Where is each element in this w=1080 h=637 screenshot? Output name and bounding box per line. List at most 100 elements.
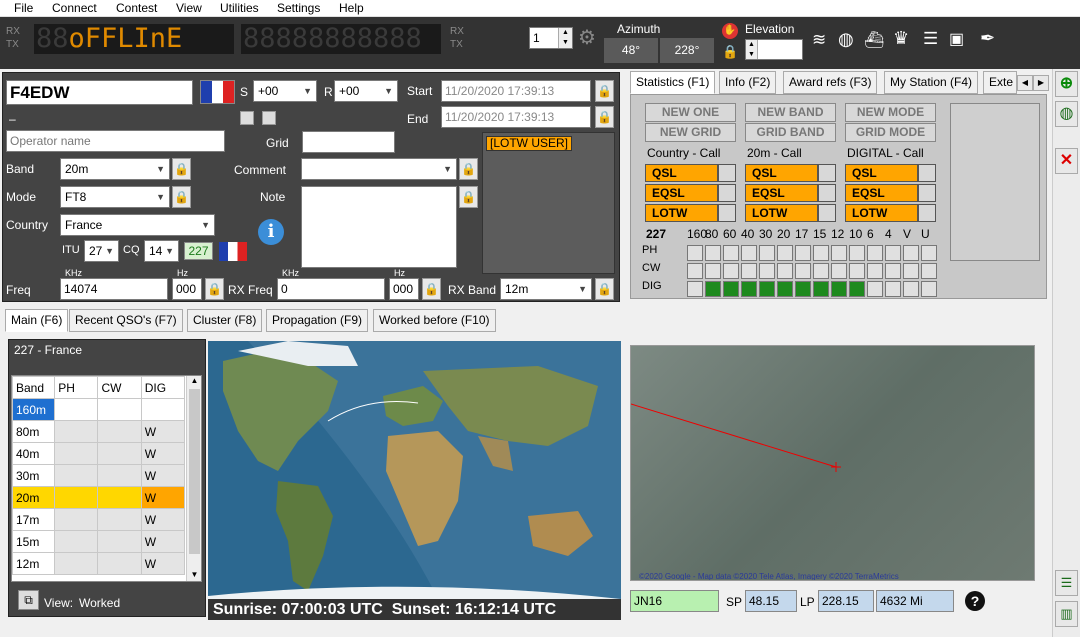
grid-cell — [687, 245, 703, 261]
gear-icon[interactable]: ⚙ — [578, 28, 596, 48]
comment-lock-icon[interactable]: 🔒 — [459, 158, 478, 180]
signal-icon[interactable]: ≋ — [812, 30, 826, 50]
rxfreq-hz-label: Hz — [394, 268, 405, 278]
tab-my-station[interactable]: My Station (F4) — [884, 71, 979, 94]
worked-row-12m[interactable]: 12m W — [12, 552, 186, 575]
greyline-map[interactable] — [208, 341, 621, 619]
menu-settings[interactable]: Settings — [277, 1, 320, 15]
country-select[interactable]: France ▼ — [60, 214, 215, 236]
band-col-U: U — [921, 227, 930, 241]
worked-scrollbar[interactable]: ▲ ▼ — [186, 376, 201, 581]
crown-icon[interactable]: ♛ — [893, 28, 909, 49]
info-icon[interactable]: i — [258, 219, 284, 245]
mode-select[interactable]: FT8 ▼ — [60, 186, 170, 208]
rst-sent-select[interactable]: +00 ▼ — [253, 80, 317, 102]
menu-utilities[interactable]: Utilities — [220, 1, 259, 15]
rxfreq-lock-icon[interactable]: 🔒 — [422, 278, 441, 300]
tab-scroll-left-icon[interactable]: ◀ — [1017, 75, 1033, 91]
band-select[interactable]: 20m ▼ — [60, 158, 170, 180]
copy-checkbox[interactable] — [262, 111, 276, 125]
tab-scroll-right-icon[interactable]: ▶ — [1033, 75, 1049, 91]
satellite-map[interactable]: ©2020 Google - Map data ©2020 Tele Atlas… — [630, 345, 1035, 581]
tab-main[interactable]: Main (F6) — [5, 309, 69, 332]
rxfreq-khz-label: KHz — [282, 268, 300, 278]
view-toggle-icon[interactable]: ⧉ — [18, 590, 39, 610]
tab-recent-qsos[interactable]: Recent QSO's (F7) — [69, 309, 183, 332]
pen-icon[interactable]: ✒ — [980, 28, 995, 49]
rxfreq-hz-input[interactable]: 000 — [389, 278, 419, 300]
operator-name-input[interactable]: Operator name — [6, 130, 225, 152]
rxfreq-khz-input[interactable]: 0 — [277, 278, 385, 300]
worked-row-160m[interactable]: 160m — [12, 398, 186, 421]
worked-row-20m[interactable]: 20m W — [12, 486, 186, 509]
menu-contest[interactable]: Contest — [116, 1, 157, 15]
band-lock-icon[interactable]: 🔒 — [172, 158, 191, 180]
grid-cell — [741, 245, 757, 261]
menu-connect[interactable]: Connect — [52, 1, 97, 15]
itu-select[interactable]: 27 ▼ — [84, 240, 119, 262]
note-textarea[interactable] — [301, 186, 457, 268]
grid-input[interactable] — [302, 131, 395, 153]
server-icon[interactable]: ☰ — [923, 29, 938, 49]
swap-checkbox[interactable] — [240, 111, 254, 125]
tab-propagation[interactable]: Propagation (F9) — [266, 309, 369, 332]
tab-external[interactable]: Exte — [983, 71, 1017, 94]
band-col-4: 4 — [885, 227, 892, 241]
stop-hand-icon[interactable]: ✋ — [722, 23, 738, 39]
worked-row-17m[interactable]: 17m W — [12, 508, 186, 531]
worked-title: 227 - France — [14, 343, 83, 357]
start-lock-icon[interactable]: 🔒 — [595, 80, 614, 102]
comment-select[interactable]: ▼ — [301, 158, 457, 180]
worked-row-80m[interactable]: 80m W — [12, 420, 186, 443]
country-lotw: LOTW — [645, 204, 718, 222]
note-lock-icon[interactable]: 🔒 — [459, 186, 478, 208]
delete-icon[interactable]: ✕ — [1055, 148, 1078, 174]
callsign-input[interactable]: F4EDW — [6, 80, 193, 105]
new-band-badge: NEW BAND — [745, 103, 836, 122]
worked-row-40m[interactable]: 40m W — [12, 442, 186, 465]
end-lock-icon[interactable]: 🔒 — [595, 106, 614, 128]
freq-lock-icon[interactable]: 🔒 — [205, 278, 224, 300]
radio-icon[interactable]: ▣ — [949, 29, 964, 49]
worked-row-15m[interactable]: 15m W — [12, 530, 186, 553]
elevation-spinner[interactable]: 0▲▼ — [745, 39, 803, 60]
chart-icon[interactable]: ▥ — [1055, 601, 1078, 627]
list-icon[interactable]: ☰ — [1055, 570, 1078, 596]
globe-icon[interactable]: ◍ — [838, 29, 854, 50]
worked-cell-cw — [97, 442, 142, 465]
digital-lotw-box — [918, 204, 936, 222]
add-icon[interactable]: ⊕ — [1055, 71, 1078, 97]
rst-rcvd-select[interactable]: +00 ▼ — [334, 80, 398, 102]
rxband-lock-icon[interactable]: 🔒 — [595, 278, 614, 300]
tab-cluster[interactable]: Cluster (F8) — [187, 309, 263, 332]
tab-award-refs[interactable]: Award refs (F3) — [783, 71, 878, 94]
sp-label: SP — [726, 595, 743, 609]
worked-row-30m[interactable]: 30m W — [12, 464, 186, 487]
rxband-select[interactable]: 12m ▼ — [500, 278, 592, 300]
locator-field[interactable]: JN16 — [630, 590, 719, 612]
azimuth-label: Azimuth — [617, 22, 661, 36]
end-datetime[interactable]: 11/20/2020 17:39:13 — [441, 106, 591, 128]
tab-statistics[interactable]: Statistics (F1) — [630, 71, 716, 94]
tab-info[interactable]: Info (F2) — [719, 71, 777, 94]
start-datetime[interactable]: 11/20/2020 17:39:13 — [441, 80, 591, 102]
satellite-icon[interactable]: ⛴ — [864, 30, 884, 50]
worked-cell-dig: W — [140, 552, 186, 575]
freq-khz-input[interactable]: 14074 — [60, 278, 168, 300]
cq-select[interactable]: 14 ▼ — [144, 240, 179, 262]
country-qsl-box — [718, 164, 736, 182]
vfo-spinner[interactable]: 1 ▲ ▼ — [529, 27, 573, 49]
menu-file[interactable]: File — [14, 1, 33, 15]
lock-icon[interactable]: 🔒 — [722, 44, 738, 60]
grid-label: Grid — [266, 136, 289, 150]
tab-worked-before[interactable]: Worked before (F10) — [373, 309, 496, 332]
help-icon[interactable]: ? — [965, 591, 985, 611]
digital-eqsl: EQSL — [845, 184, 918, 202]
grid-cell — [795, 281, 811, 297]
menu-view[interactable]: View — [176, 1, 202, 15]
grid-band-badge: GRID BAND — [745, 123, 836, 142]
freq-hz-input[interactable]: 000 — [172, 278, 202, 300]
mode-lock-icon[interactable]: 🔒 — [172, 186, 191, 208]
menu-help[interactable]: Help — [339, 1, 364, 15]
globe-side-icon[interactable]: ◍ — [1055, 101, 1078, 127]
